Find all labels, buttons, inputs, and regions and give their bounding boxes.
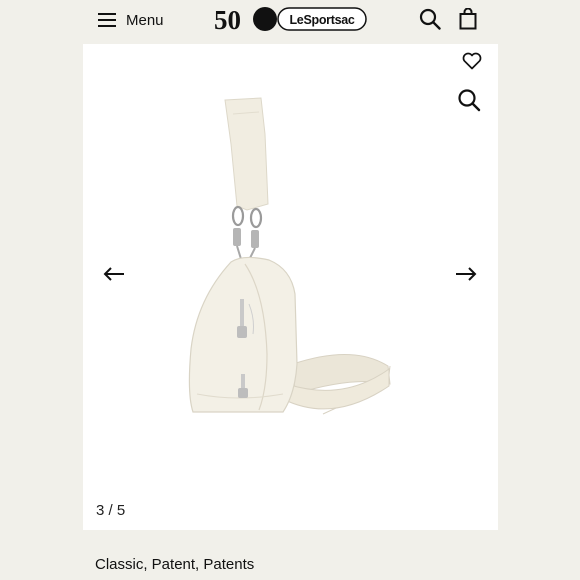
menu-button[interactable]: Menu xyxy=(98,8,164,32)
product-image xyxy=(188,97,391,415)
heart-icon[interactable] xyxy=(462,52,482,70)
arrow-right-icon[interactable] xyxy=(455,267,477,281)
anniversary-badge: 50 xyxy=(214,5,241,33)
shopping-bag-icon[interactable] xyxy=(459,8,477,30)
product-details: Classic, Patent, Patents xyxy=(83,530,498,580)
brand-wordmark: LeSportsac xyxy=(289,13,354,27)
product-description: Classic, Patent, Patents xyxy=(95,556,255,573)
search-icon[interactable] xyxy=(419,8,441,30)
image-counter: 3 / 5 xyxy=(96,502,126,519)
brand-logo[interactable]: 50 LeSportsac xyxy=(214,5,368,33)
zoom-icon[interactable] xyxy=(457,88,481,112)
arrow-left-icon[interactable] xyxy=(103,267,125,281)
logo-dot xyxy=(253,7,277,31)
menu-label: Menu xyxy=(126,11,164,29)
product-gallery: 3 / 5 xyxy=(83,44,498,530)
hamburger-icon xyxy=(98,13,116,27)
site-header: Menu 50 LeSportsac xyxy=(0,0,580,44)
